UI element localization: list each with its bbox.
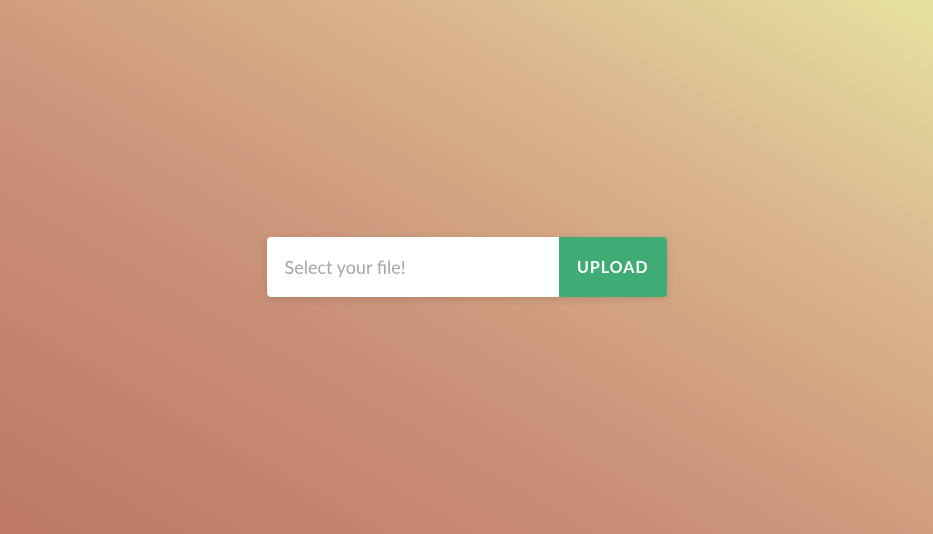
file-select-input[interactable]: Select your file! [267, 237, 559, 297]
file-input-placeholder: Select your file! [285, 256, 406, 278]
upload-form: Select your file! UPLOAD [267, 237, 667, 297]
upload-button[interactable]: UPLOAD [559, 237, 667, 297]
